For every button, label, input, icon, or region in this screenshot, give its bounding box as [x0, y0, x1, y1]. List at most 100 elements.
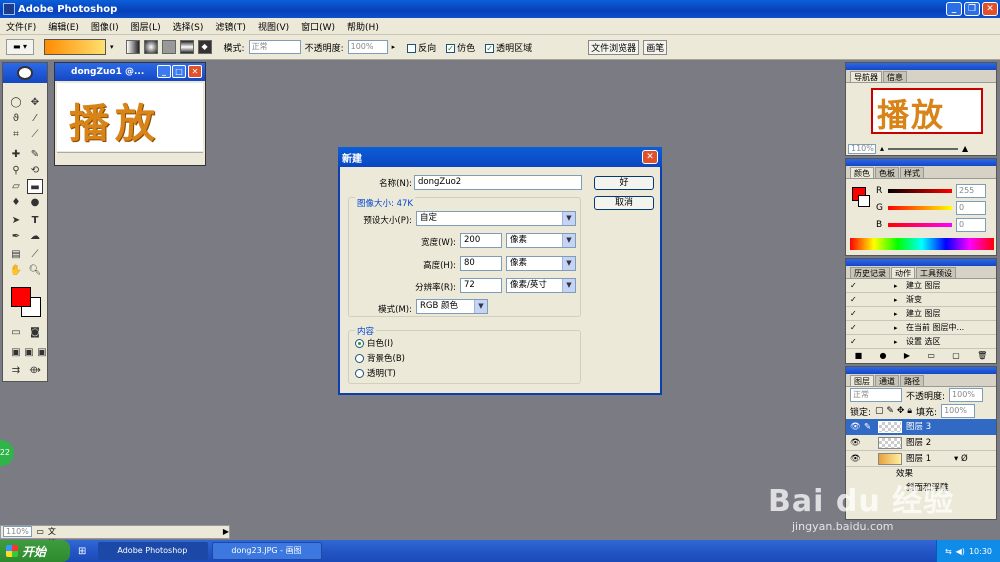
opacity-arrow-icon[interactable]: ▸: [392, 43, 396, 51]
quicklaunch-icon[interactable]: ⊞: [78, 546, 86, 557]
eye-icon[interactable]: 👁︎: [850, 451, 861, 467]
minimize-icon[interactable]: _: [946, 2, 962, 16]
crop-tool-icon[interactable]: ⌗: [8, 127, 24, 142]
foreground-color-swatch-top[interactable]: [11, 287, 31, 307]
blur-tool-icon[interactable]: ♦: [8, 195, 24, 210]
r-field[interactable]: 255: [956, 184, 986, 198]
dither-checkbox[interactable]: ✓ 仿色: [446, 41, 475, 54]
menu-image[interactable]: 图像(I): [85, 20, 125, 33]
tab-color[interactable]: 颜色: [850, 167, 874, 178]
menu-select[interactable]: 选择(S): [167, 20, 210, 33]
lock-icons[interactable]: ▢ ✎ ✥ 🔒︎: [875, 406, 912, 416]
gradient-swatch[interactable]: [44, 39, 106, 55]
height-field[interactable]: 80: [460, 256, 502, 271]
cancel-button[interactable]: 取消: [594, 196, 654, 210]
new-set-icon[interactable]: ▭: [927, 351, 935, 363]
layer-opacity-field[interactable]: 100%: [949, 388, 984, 402]
tab-info[interactable]: 信息: [883, 71, 907, 82]
gradient-type-diamond-icon[interactable]: ◆: [197, 40, 212, 54]
resolution-field[interactable]: 72: [460, 278, 502, 293]
doc-minimize-icon[interactable]: _: [157, 65, 171, 78]
gradient-type-radial-icon[interactable]: [143, 40, 158, 54]
brushes-tab[interactable]: 画笔: [643, 39, 668, 55]
slice-tool-icon[interactable]: ⟋: [27, 127, 43, 142]
shape-tool-icon[interactable]: ☁: [27, 229, 43, 244]
standard-mode-icon[interactable]: ▭: [8, 325, 24, 340]
move-tool-icon[interactable]: ✥: [27, 95, 43, 110]
stop-icon[interactable]: ■: [855, 351, 863, 363]
zoom-tool-icon[interactable]: 🔍︎: [27, 263, 43, 278]
menu-layer[interactable]: 图层(L): [125, 20, 167, 33]
gradient-type-angle-icon[interactable]: [161, 40, 176, 54]
taskbar-item-photoshop[interactable]: Adobe Photoshop: [98, 542, 209, 560]
action-row[interactable]: ✓ ▸ 渐变: [846, 293, 996, 307]
g-slider[interactable]: [888, 206, 952, 210]
name-field[interactable]: dongZuo2: [414, 175, 582, 190]
blend-mode-select[interactable]: 正常: [850, 388, 902, 402]
brush-tool-icon[interactable]: ✎: [27, 147, 43, 162]
gradient-type-linear-icon[interactable]: [125, 40, 140, 54]
layer-row[interactable]: 👁︎ 图层 1 ▾ Ø: [846, 451, 996, 467]
tab-tool-presets[interactable]: 工具预设: [916, 267, 956, 278]
width-unit-select[interactable]: 像素 ▼: [506, 233, 576, 248]
gradient-tool-icon-active[interactable]: ▬: [27, 179, 43, 194]
new-action-icon[interactable]: ▢: [952, 351, 960, 363]
notes-tool-icon[interactable]: ▤: [8, 247, 24, 262]
volume-icon[interactable]: ◀): [956, 547, 965, 556]
doc-scrollbar[interactable]: [57, 152, 203, 163]
healing-brush-tool-icon[interactable]: ✚: [8, 147, 24, 162]
b-field[interactable]: 0: [956, 218, 986, 232]
preset-select[interactable]: 自定 ▼: [416, 211, 576, 226]
hand-tool-icon[interactable]: ✋: [8, 263, 24, 278]
type-tool-icon[interactable]: T: [27, 213, 43, 228]
history-brush-tool-icon[interactable]: ⟲: [27, 163, 43, 178]
reverse-checkbox[interactable]: 反向: [407, 41, 436, 54]
magic-wand-tool-icon[interactable]: ⁄: [27, 111, 43, 126]
action-row[interactable]: ✓ ▸ 设置 选区: [846, 335, 996, 349]
eyedropper-tool-icon[interactable]: ⟋: [27, 247, 43, 262]
lasso-tool-icon[interactable]: ϑ: [8, 111, 24, 126]
gradient-tool-icon[interactable]: ▬ ▾: [6, 39, 34, 55]
action-row[interactable]: ✓ ▸ 在当前 图层中...: [846, 321, 996, 335]
clone-stamp-tool-icon[interactable]: ⚲: [8, 163, 24, 178]
record-icon[interactable]: ●: [880, 351, 887, 363]
effects-expand-icon[interactable]: ▾ Ø: [954, 451, 968, 467]
menu-help[interactable]: 帮助(H): [341, 20, 385, 33]
menu-file[interactable]: 文件(F): [0, 20, 42, 33]
height-unit-select[interactable]: 像素 ▼: [506, 256, 576, 271]
gradient-type-reflected-icon[interactable]: [179, 40, 194, 54]
side-bubble[interactable]: 22: [0, 440, 14, 466]
doc-close-icon[interactable]: ✕: [188, 65, 202, 78]
navigator-preview[interactable]: 播放: [871, 88, 983, 134]
menu-view[interactable]: 视图(V): [252, 20, 295, 33]
jump-to-imageready-icon[interactable]: ⇉: [8, 363, 24, 378]
g-field[interactable]: 0: [956, 201, 986, 215]
status-arrow-icon[interactable]: ▶: [223, 526, 229, 538]
action-row[interactable]: ✓ ▸ 建立 图层: [846, 307, 996, 321]
zoom-in-icon[interactable]: ▲: [962, 144, 968, 153]
resolution-unit-select[interactable]: 像素/英寸 ▼: [506, 278, 576, 293]
dodge-tool-icon[interactable]: ●: [27, 195, 43, 210]
file-browser-tab[interactable]: 文件浏览器: [588, 39, 640, 55]
zoom-out-icon[interactable]: ▴: [880, 144, 884, 153]
dialog-close-icon[interactable]: ✕: [642, 150, 658, 164]
pen-tool-icon[interactable]: ✒: [8, 229, 24, 244]
mode-select[interactable]: RGB 颜色 ▼: [416, 299, 488, 314]
transparency-checkbox[interactable]: ✓ 透明区域: [485, 41, 532, 54]
tab-actions[interactable]: 动作: [891, 267, 915, 278]
status-zoom[interactable]: 110%: [3, 526, 33, 537]
path-select-tool-icon[interactable]: ➤: [8, 213, 24, 228]
layer-row[interactable]: 👁︎ 图层 2: [846, 435, 996, 451]
fill-field[interactable]: 100%: [941, 404, 976, 418]
eye-icon[interactable]: 👁︎: [850, 435, 861, 451]
tab-styles[interactable]: 样式: [900, 167, 924, 178]
action-row[interactable]: ✓ ▸ 建立 图层: [846, 279, 996, 293]
content-white-radio[interactable]: 白色(I): [355, 337, 393, 349]
menu-edit[interactable]: 编辑(E): [42, 20, 85, 33]
play-icon[interactable]: ▶: [904, 351, 910, 363]
tab-layers[interactable]: 图层: [850, 375, 874, 386]
content-background-radio[interactable]: 背景色(B): [355, 352, 405, 364]
mode-select[interactable]: 正常: [248, 40, 301, 54]
zoom-slider[interactable]: [888, 147, 959, 150]
close-icon[interactable]: ✕: [982, 2, 998, 16]
